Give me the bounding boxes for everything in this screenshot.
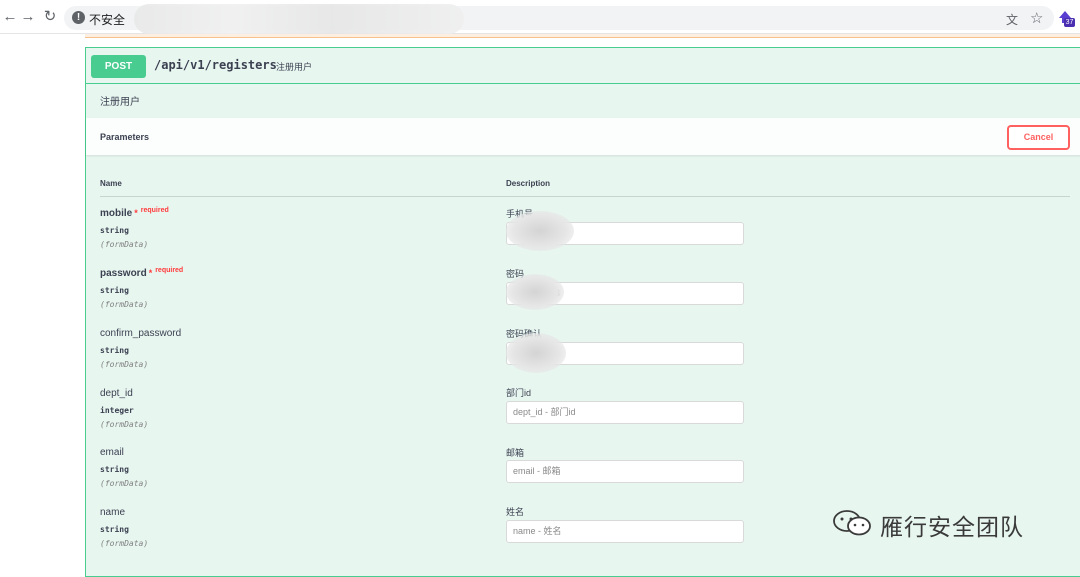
param-name: email <box>100 447 124 458</box>
param-location: (formData) <box>100 539 149 548</box>
param-location: (formData) <box>100 240 149 249</box>
operation-path: /api/v1/registers <box>154 58 277 72</box>
reload-icon[interactable]: ↻ <box>42 9 58 25</box>
operation-summary[interactable]: POST /api/v1/registers 注册用户 <box>86 48 1080 84</box>
method-badge: POST <box>91 55 146 78</box>
cancel-button[interactable]: Cancel <box>1007 125 1070 150</box>
param-description: 部门id <box>506 388 532 398</box>
address-bar[interactable]: ! 不安全 文 ☆ <box>64 4 1054 34</box>
dept-id-input[interactable]: dept_id - 部门id <box>506 401 744 424</box>
operation-block: POST /api/v1/registers 注册用户 注册用户 Paramet… <box>85 47 1080 577</box>
parameters-title: Parameters <box>100 132 150 142</box>
header-divider <box>100 196 1070 197</box>
extension-badge: 37 <box>1064 18 1075 27</box>
forward-arrow-icon[interactable]: → <box>20 9 36 25</box>
left-gutter <box>0 35 85 568</box>
column-header-name: Name <box>100 179 122 188</box>
parameters-header: Parameters Cancel <box>86 118 1080 155</box>
param-name: confirm_password <box>100 328 182 339</box>
operation-summary-text: 注册用户 <box>276 62 313 72</box>
browser-toolbar: ← → ↻ ! 不安全 文 ☆ 37 <box>0 0 1080 34</box>
star-icon[interactable]: ☆ <box>1030 9 1043 27</box>
translate-icon[interactable]: 文 <box>1006 11 1018 28</box>
param-type: string <box>100 465 129 474</box>
param-type: string <box>100 346 129 355</box>
param-location: (formData) <box>100 300 149 309</box>
email-input[interactable]: email - 邮箱 <box>506 460 744 483</box>
param-location: (formData) <box>100 360 149 369</box>
param-location: (formData) <box>100 479 149 488</box>
param-type: string <box>100 286 129 295</box>
param-name: name <box>100 507 126 518</box>
security-warning-icon[interactable]: ! <box>72 11 85 24</box>
security-label: 不安全 <box>89 13 126 27</box>
url-redacted <box>134 4 464 34</box>
operation-description: 注册用户 <box>100 97 140 108</box>
param-name: mobile * required <box>100 207 169 219</box>
name-input[interactable]: name - 姓名 <box>506 520 744 543</box>
column-header-description: Description <box>506 179 551 188</box>
param-location: (formData) <box>100 420 149 429</box>
required-label: required <box>140 207 169 214</box>
wechat-icon <box>833 510 871 536</box>
back-arrow-icon[interactable]: ← <box>2 9 18 25</box>
previous-operation-edge <box>85 34 1080 38</box>
param-description: 邮箱 <box>506 448 525 458</box>
param-type: integer <box>100 406 134 415</box>
param-name: password * required <box>100 267 184 279</box>
watermark-text: 雁行安全团队 <box>880 515 1024 541</box>
watermark: 雁行安全团队 <box>832 508 1047 541</box>
required-label: required <box>155 267 184 274</box>
param-type: string <box>100 525 129 534</box>
param-description: 姓名 <box>506 507 525 517</box>
redacted-value <box>506 274 564 310</box>
redacted-value <box>506 333 566 373</box>
redacted-value <box>506 211 574 251</box>
param-type: string <box>100 226 129 235</box>
param-name: dept_id <box>100 388 133 399</box>
